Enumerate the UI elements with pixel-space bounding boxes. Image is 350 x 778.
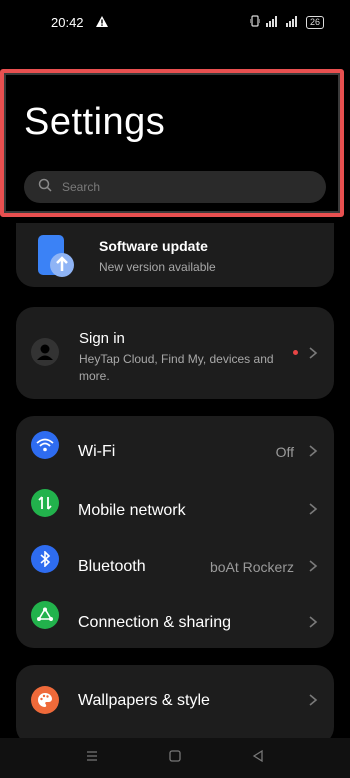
warning-icon [95, 15, 108, 30]
chevron-right-icon [306, 615, 320, 629]
chevron-right-icon [306, 346, 320, 360]
sign-in-subtitle-line2: more. [79, 369, 110, 383]
notification-dot [293, 350, 298, 355]
search-placeholder: Search [62, 180, 101, 194]
navigation-bar [0, 738, 350, 778]
chevron-right-icon [306, 444, 320, 458]
sign-in-title: Sign in [79, 330, 125, 347]
chevron-right-icon [306, 559, 320, 573]
chevron-right-icon [306, 693, 320, 707]
software-update-subtitle: New version available [99, 260, 216, 274]
vibrate-icon [249, 15, 261, 29]
connection-sharing-row[interactable]: Connection & sharing [16, 590, 334, 648]
share-icon [31, 601, 59, 629]
bluetooth-icon [31, 545, 59, 573]
bluetooth-row[interactable]: Bluetooth boAt Rockerz [16, 532, 334, 590]
bluetooth-value: boAt Rockerz [209, 559, 294, 575]
status-time: 20:42 [51, 14, 84, 30]
sign-in-subtitle-line1: HeyTap Cloud, Find My, devices and [79, 352, 274, 366]
home-icon[interactable] [169, 749, 181, 767]
avatar [31, 338, 59, 371]
menu-icon[interactable] [86, 749, 98, 767]
signal-icon [265, 15, 280, 29]
wifi-value: Off [275, 444, 294, 460]
signal-icon-2 [285, 15, 300, 29]
wifi-label: Wi-Fi [78, 443, 116, 460]
software-update-title: Software update [99, 238, 208, 254]
sign-in-card[interactable]: Sign in HeyTap Cloud, Find My, devices a… [16, 307, 334, 399]
chevron-right-icon [306, 502, 320, 516]
palette-icon [31, 686, 59, 714]
search-icon [38, 178, 52, 197]
mobile-network-label: Mobile network [78, 502, 186, 519]
connectivity-card: Wi-Fi Off Mobile network Bluetooth boAt … [16, 416, 334, 648]
wallpapers-style-label: Wallpapers & style [78, 692, 210, 709]
personalization-card: Wallpapers & style [16, 665, 334, 745]
connection-sharing-label: Connection & sharing [78, 614, 231, 631]
wifi-icon [31, 431, 59, 459]
bluetooth-label: Bluetooth [78, 558, 146, 575]
back-icon[interactable] [252, 749, 264, 767]
status-bar: 20:42 26 [0, 0, 350, 44]
software-update-card[interactable]: Software update New version available [16, 223, 334, 287]
wallpapers-style-row[interactable]: Wallpapers & style [16, 665, 334, 737]
wifi-row[interactable]: Wi-Fi Off [16, 416, 334, 474]
search-input[interactable]: Search [24, 171, 326, 203]
mobile-network-row[interactable]: Mobile network [16, 474, 334, 532]
battery-indicator: 26 [305, 15, 324, 29]
mobile-data-icon [31, 489, 59, 517]
page-title: Settings [24, 101, 166, 143]
software-update-icon [38, 235, 76, 284]
